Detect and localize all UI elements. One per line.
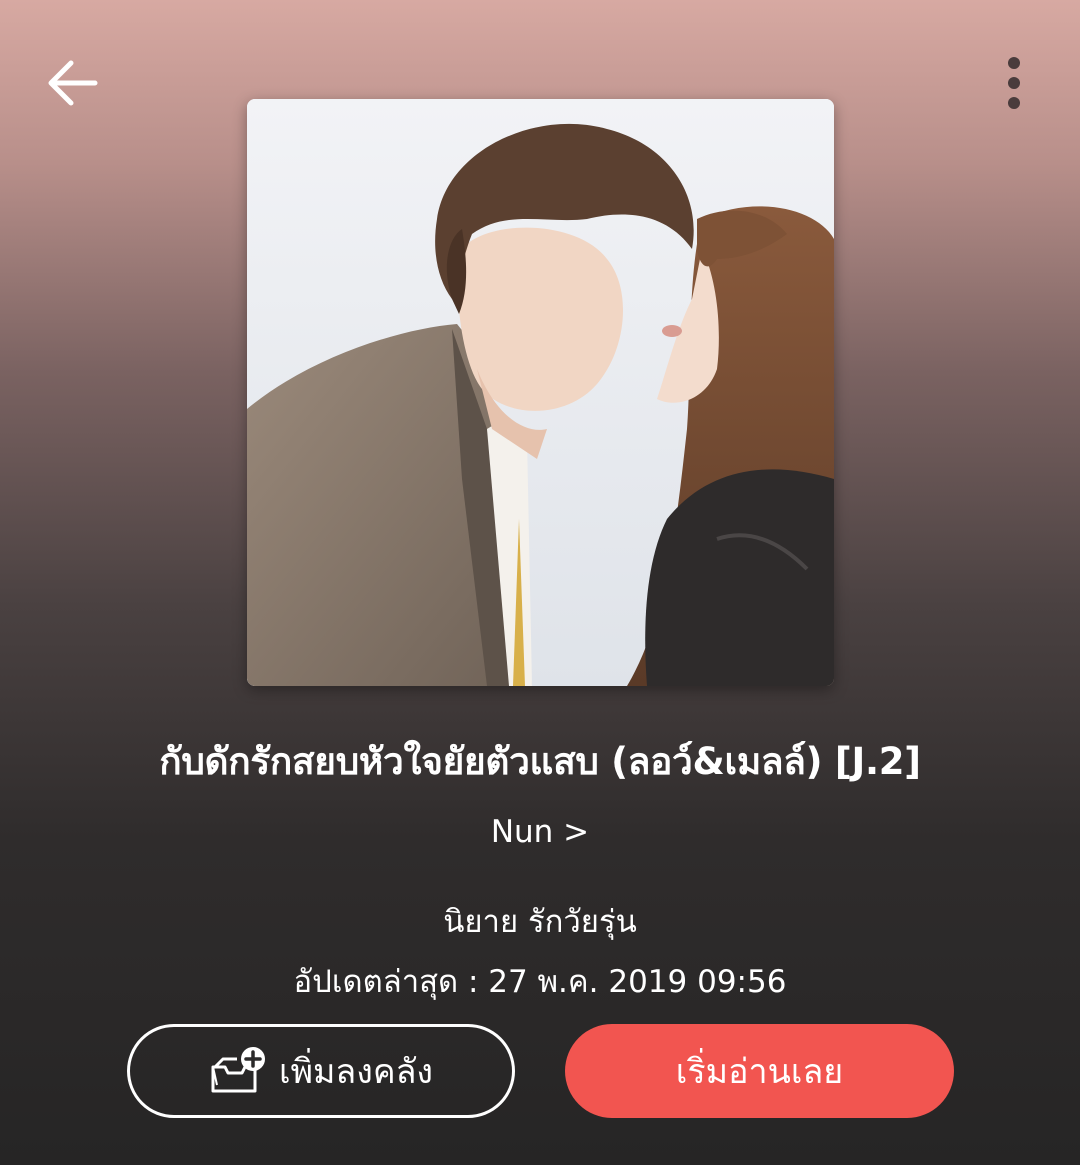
arrow-left-icon — [48, 60, 98, 106]
add-to-library-button[interactable]: เพิ่มลงคลัง — [127, 1024, 515, 1118]
read-now-button[interactable]: เริ่มอ่านเลย — [565, 1024, 954, 1118]
more-options-button[interactable] — [990, 52, 1038, 114]
book-category: นิยาย รักวัยรุ่น — [443, 904, 637, 940]
book-cover-image — [247, 99, 834, 686]
add-to-library-label: เพิ่มลงคลัง — [278, 1052, 434, 1092]
book-title: กับดักรักสยบหัวใจยัยตัวแสบ (ลอว์&เมลล์) … — [159, 740, 921, 783]
more-vertical-icon — [1008, 57, 1020, 109]
library-add-icon — [211, 1047, 265, 1093]
back-button[interactable] — [38, 52, 106, 114]
last-updated: อัปเดตล่าสุด : 27 พ.ค. 2019 09:56 — [293, 964, 787, 1000]
read-now-label: เริ่มอ่านเลย — [675, 1052, 844, 1092]
author-link[interactable]: Nun > — [340, 814, 740, 850]
